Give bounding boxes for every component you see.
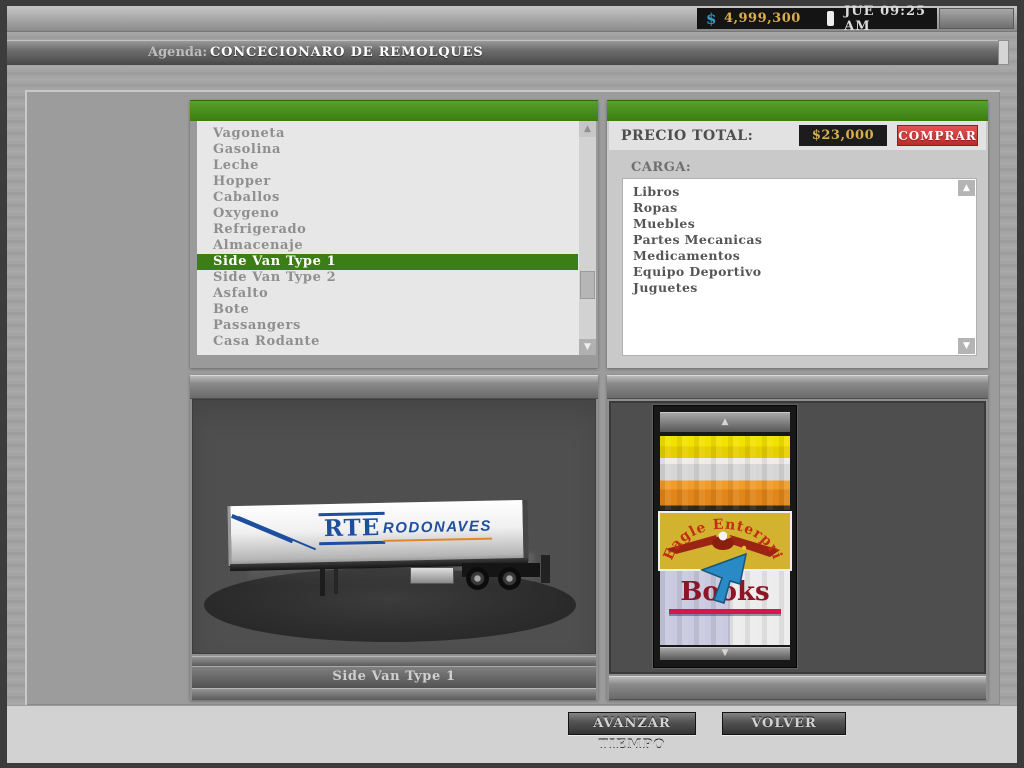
trailer-type-item[interactable]: Passangers bbox=[197, 318, 578, 334]
cargo-item[interactable]: Libros bbox=[623, 184, 956, 200]
buy-button[interactable]: COMPRAR bbox=[897, 125, 978, 146]
trailer-logo-abbr: RTE bbox=[319, 512, 386, 545]
agenda-label: Agenda: bbox=[148, 45, 207, 60]
trailer-type-item[interactable]: Almacenaje bbox=[197, 238, 578, 254]
purchase-panel: PRECIO TOTAL: $23,000 COMPRAR CARGA: Lib… bbox=[607, 100, 988, 368]
trailer-type-item[interactable]: Gasolina bbox=[197, 142, 578, 158]
trailer-type-item[interactable]: Side Van Type 2 bbox=[197, 270, 578, 286]
purchase-panel-header bbox=[607, 100, 988, 121]
logo-stripe bbox=[238, 516, 316, 550]
wheel bbox=[466, 567, 489, 590]
price-strip: PRECIO TOTAL: $23,000 COMPRAR bbox=[609, 121, 986, 150]
trailer-type-item[interactable]: Vagoneta bbox=[197, 126, 578, 142]
cargo-item[interactable]: Partes Mecanicas bbox=[623, 232, 956, 248]
trailer-body: RTE RODONAVES bbox=[227, 500, 528, 566]
landing-gear bbox=[334, 569, 338, 594]
separator-bar bbox=[827, 11, 834, 26]
trailer-type-item[interactable]: Caballos bbox=[197, 190, 578, 206]
cargo-item[interactable]: Ropas bbox=[623, 200, 956, 216]
carousel-up-button[interactable]: ▲ bbox=[660, 412, 790, 432]
trailer-image: RTE RODONAVES bbox=[222, 497, 558, 627]
scroll-up-button[interactable]: ▲ bbox=[958, 180, 975, 196]
trailer-preview-panel: RTE RODONAVES Side Van Type 1 bbox=[190, 375, 598, 700]
down-arrow-icon: ▼ bbox=[963, 341, 970, 351]
footer-strip: AVANZAR TIEMPO VOLVER bbox=[7, 705, 1017, 763]
trailer-type-item-selected[interactable]: Side Van Type 1 bbox=[197, 254, 578, 270]
trailer-type-item[interactable]: Hopper bbox=[197, 174, 578, 190]
trailer-logo-name: RODONAVES bbox=[383, 518, 493, 542]
caption-ridge bbox=[192, 656, 596, 666]
skins-panel-bottom-bar bbox=[609, 676, 986, 700]
trailer-type-panel: Vagoneta Gasolina Leche Hopper Caballos … bbox=[190, 100, 598, 368]
books-logo-bar bbox=[669, 609, 781, 614]
back-button[interactable]: VOLVER bbox=[722, 712, 846, 735]
down-arrow-icon: ▼ bbox=[584, 342, 591, 352]
agenda-bar: Agenda: CONCECIONARO DE REMOLQUES bbox=[7, 40, 998, 65]
trailer-type-item[interactable]: Refrigerado bbox=[197, 222, 578, 238]
trailer-type-item[interactable]: Leche bbox=[197, 158, 578, 174]
carousel-down-button[interactable]: ▼ bbox=[660, 647, 790, 660]
trailer-type-item[interactable]: Casa Rodante bbox=[197, 334, 578, 350]
trailer-list-scrollbar[interactable]: ▲ ▼ bbox=[579, 121, 596, 355]
cargo-item[interactable]: Medicamentos bbox=[623, 248, 956, 264]
trailer-list: Vagoneta Gasolina Leche Hopper Caballos … bbox=[197, 121, 596, 355]
clock-display: JUE 09:25 AM bbox=[844, 4, 937, 34]
trailer-type-item[interactable]: Oxygeno bbox=[197, 206, 578, 222]
scrollbar-thumb[interactable] bbox=[580, 271, 595, 299]
mouse-cursor bbox=[700, 548, 752, 604]
scroll-up-button[interactable]: ▲ bbox=[579, 121, 596, 137]
cargo-item[interactable]: Equipo Deportivo bbox=[623, 264, 956, 280]
price-total-label: PRECIO TOTAL: bbox=[621, 128, 753, 144]
chassis-equipment-box bbox=[410, 567, 454, 584]
caption-ridge bbox=[192, 688, 596, 700]
cargo-scrollbar[interactable]: ▲ ▼ bbox=[957, 179, 976, 355]
trailer-list-header bbox=[190, 100, 598, 121]
wheel bbox=[498, 567, 521, 590]
skin-thumbnail-stripes[interactable] bbox=[660, 436, 790, 510]
money-amount: 4,999,300 bbox=[724, 11, 801, 26]
dollar-icon: $ bbox=[706, 10, 724, 28]
up-arrow-icon: ▲ bbox=[963, 183, 970, 193]
cargo-item[interactable]: Muebles bbox=[623, 216, 956, 232]
trailer-3d-view: RTE RODONAVES bbox=[192, 399, 596, 654]
up-arrow-icon: ▲ bbox=[722, 417, 729, 427]
trailer-caption: Side Van Type 1 bbox=[192, 666, 596, 688]
advance-time-button[interactable]: AVANZAR TIEMPO bbox=[568, 712, 696, 735]
price-value-display: $23,000 bbox=[799, 125, 887, 146]
cloth-texture bbox=[660, 436, 790, 510]
up-arrow-icon: ▲ bbox=[584, 124, 591, 134]
down-arrow-icon: ▼ bbox=[722, 648, 729, 658]
preview-panel-top-bar bbox=[190, 375, 598, 399]
agenda-bar-cap bbox=[998, 40, 1009, 65]
rear-bumper bbox=[541, 555, 550, 583]
scroll-down-button[interactable]: ▼ bbox=[958, 338, 975, 354]
landing-gear bbox=[320, 569, 325, 596]
topbar-blank-button[interactable] bbox=[939, 8, 1014, 29]
skin-carousel: ▲ Eagle Enterprises Books ▼ bbox=[653, 405, 797, 668]
cargo-list: Libros Ropas Muebles Partes Mecanicas Me… bbox=[622, 178, 977, 356]
money-display: $ 4,999,300 JUE 09:25 AM bbox=[697, 8, 937, 29]
scroll-down-button[interactable]: ▼ bbox=[579, 339, 596, 355]
trailer-type-item[interactable]: Asfalto bbox=[197, 286, 578, 302]
cargo-item[interactable]: Juguetes bbox=[623, 280, 956, 296]
page-title: CONCECIONARO DE REMOLQUES bbox=[210, 45, 483, 60]
skin-selector-panel: ▲ Eagle Enterprises Books ▼ bbox=[607, 375, 988, 700]
skins-panel-top-bar bbox=[607, 375, 988, 399]
cargo-label: CARGA: bbox=[631, 160, 691, 175]
trailer-type-item[interactable]: Bote bbox=[197, 302, 578, 318]
